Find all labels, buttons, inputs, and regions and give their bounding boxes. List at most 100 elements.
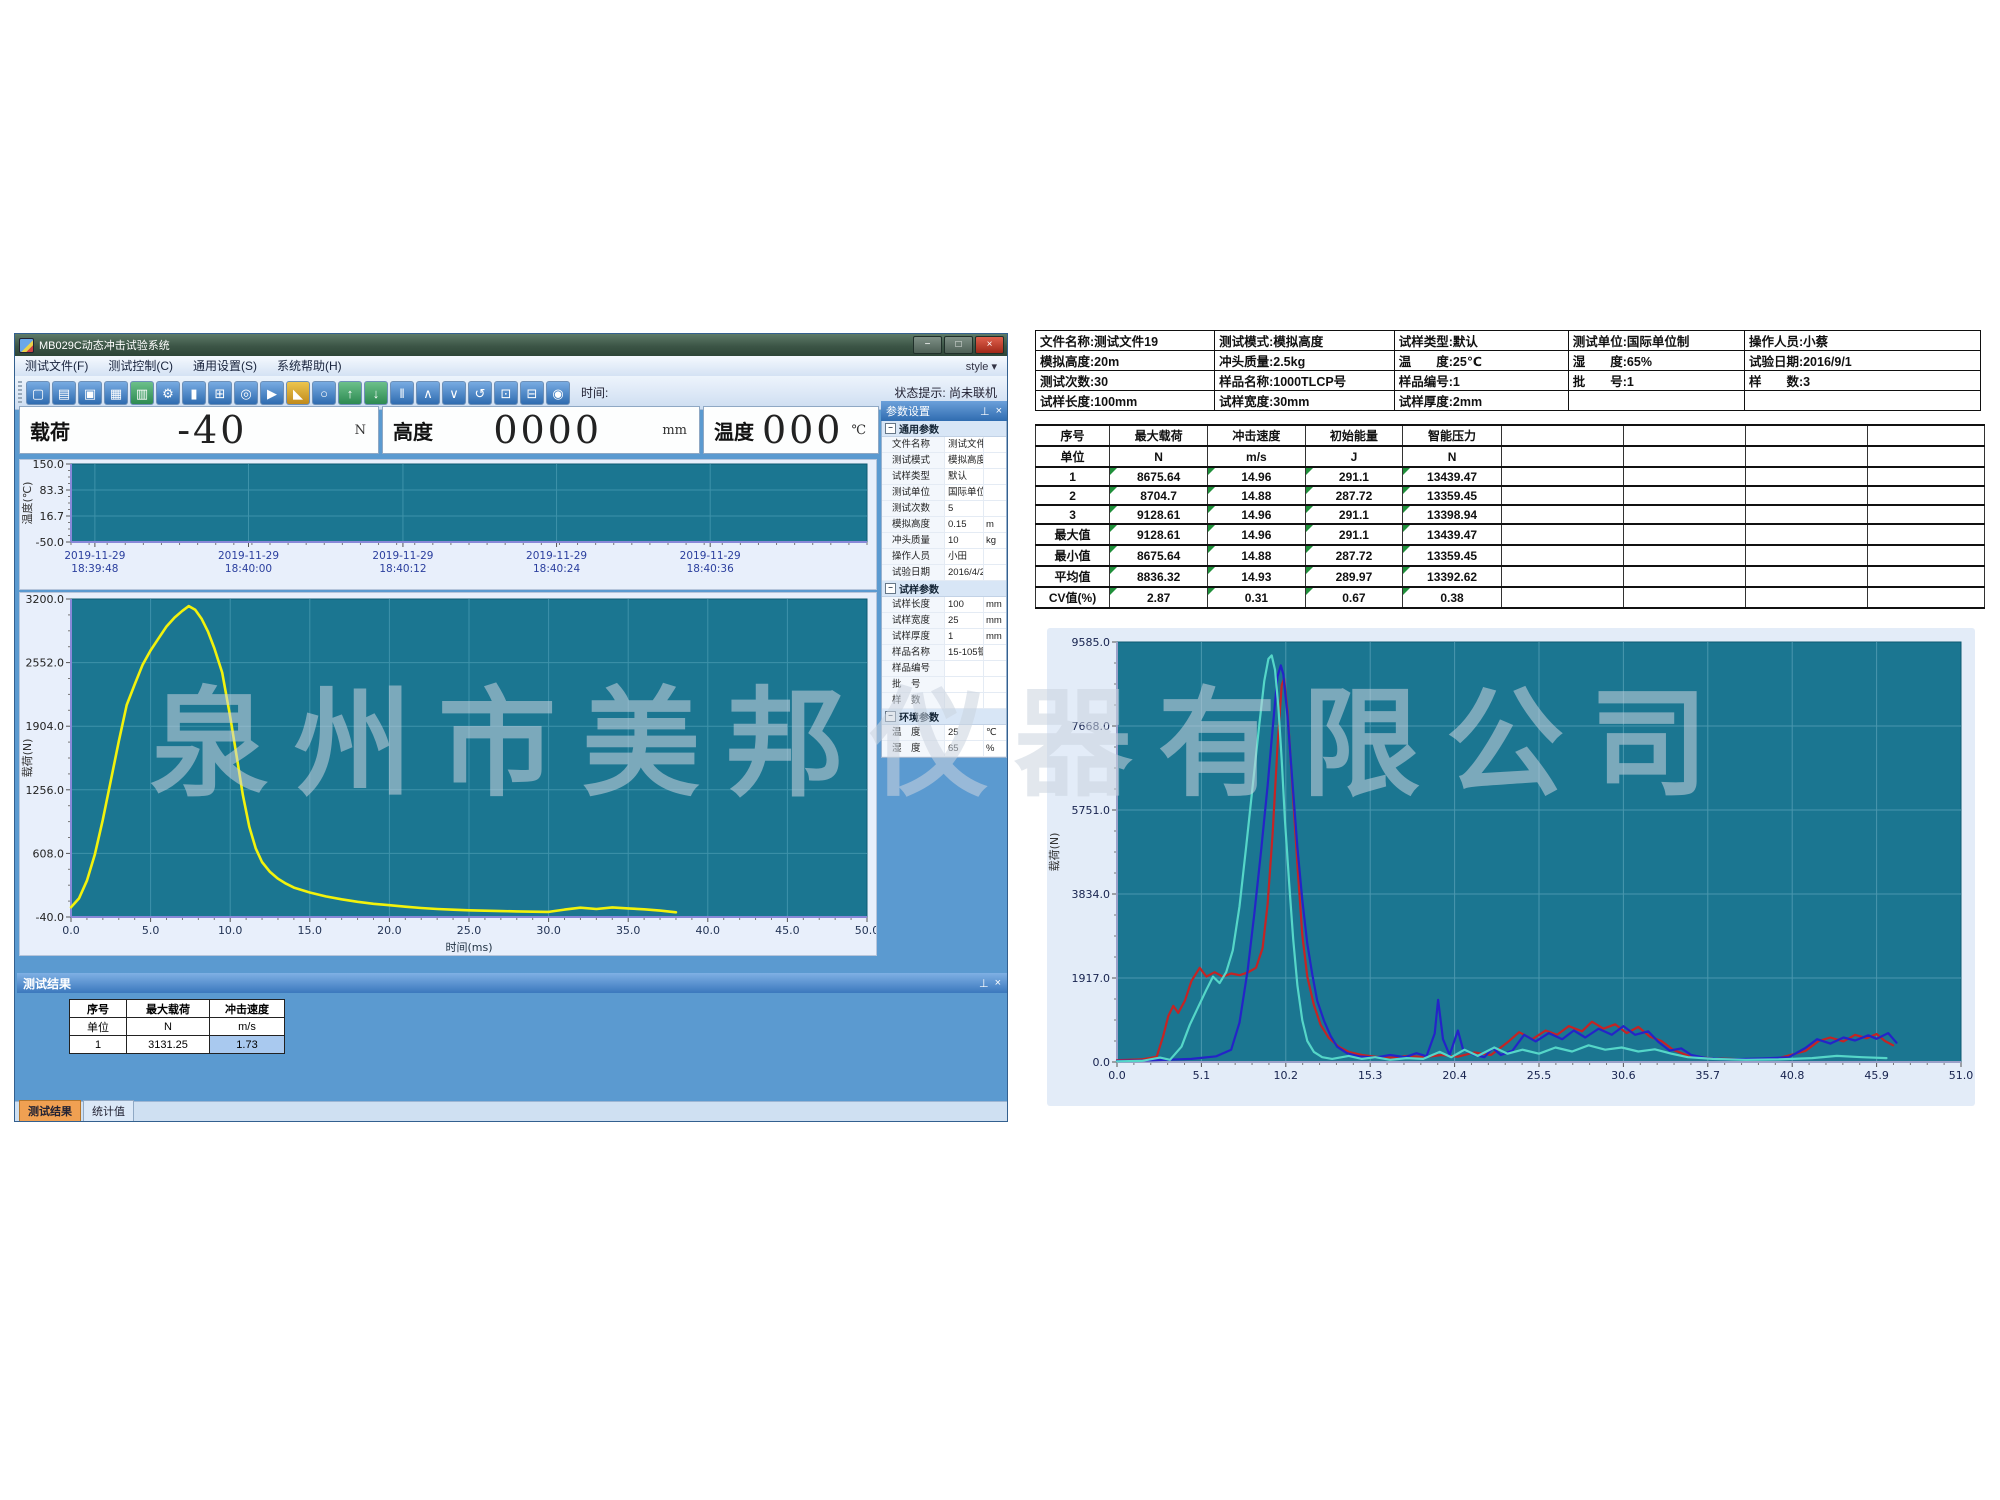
report-info-table: 文件名称:测试文件19测试模式:模拟高度试样类型:默认测试单位:国际单位制操作人… — [1035, 330, 1981, 411]
drop-hammer-icon[interactable]: ↓ — [364, 381, 388, 405]
sidebar-group-header[interactable]: −环境参数 — [882, 709, 1006, 725]
gear-icon[interactable]: ⚙ — [156, 381, 180, 405]
sidebar-group-header[interactable]: −通用参数 — [882, 421, 1006, 437]
temperature-history-chart: 150.083.316.7-50.02019-11-2918:39:482019… — [19, 459, 877, 590]
lock-icon[interactable]: ⊡ — [494, 381, 518, 405]
monitor-settings-icon[interactable]: ▥ — [130, 381, 154, 405]
collapse-icon[interactable]: − — [885, 583, 896, 594]
svg-text:-50.0: -50.0 — [36, 536, 64, 549]
parameter-sidebar: 参数设置 ⊥ × −通用参数文件名称测试文件1测试模式模拟高度试样类型默认测试单… — [881, 401, 1007, 966]
results-panel-header[interactable]: 测试结果 ⊥ × — [17, 973, 1007, 993]
export-icon[interactable]: ▦ — [104, 381, 128, 405]
grid-view-icon[interactable]: ⊞ — [208, 381, 232, 405]
pause-icon[interactable]: ‖ — [390, 381, 414, 405]
sidebar-header[interactable]: 参数设置 ⊥ × — [881, 401, 1007, 421]
svg-text:1917.0: 1917.0 — [1072, 972, 1111, 985]
svg-text:温度(℃): 温度(℃) — [20, 482, 34, 525]
info-cell: 样 数:3 — [1744, 371, 1980, 391]
close-button[interactable]: × — [975, 336, 1004, 354]
collapse-icon[interactable]: − — [885, 423, 896, 434]
prop-row[interactable]: 湿 度65% — [882, 741, 1006, 757]
style-dropdown[interactable]: style ▾ — [966, 360, 1007, 373]
prop-row[interactable]: 试样厚度1mm — [882, 629, 1006, 645]
prop-row[interactable]: 测试模式模拟高度 — [882, 453, 1006, 469]
sidebar-pin-icon[interactable]: ⊥ — [980, 405, 990, 418]
sidebar-group-header[interactable]: −试样参数 — [882, 581, 1006, 597]
results-close-icon[interactable]: × — [995, 977, 1001, 990]
prop-row[interactable]: 文件名称测试文件1 — [882, 437, 1006, 453]
height-readout: 高度 0000 mm — [382, 406, 700, 454]
jog-up-icon[interactable]: ∧ — [416, 381, 440, 405]
raise-hammer-icon[interactable]: ↑ — [338, 381, 362, 405]
results-pin-icon[interactable]: ⊥ — [979, 977, 989, 990]
svg-text:7668.0: 7668.0 — [1072, 720, 1111, 733]
info-cell: 批 号:1 — [1568, 371, 1744, 391]
menu-item-1[interactable]: 测试控制(C) — [98, 359, 183, 373]
prop-row[interactable]: 模拟高度0.15m — [882, 517, 1006, 533]
prop-row[interactable]: 试样长度100mm — [882, 597, 1006, 613]
prop-row[interactable]: 测试次数5 — [882, 501, 1006, 517]
sidebar-title: 参数设置 — [886, 403, 930, 419]
prop-row[interactable]: 样品名称15-105钢丝带 — [882, 645, 1006, 661]
maximize-button[interactable]: □ — [944, 336, 973, 354]
power-icon[interactable]: ◉ — [546, 381, 570, 405]
prop-row[interactable]: 测试单位国际单位制 — [882, 485, 1006, 501]
toolbar: ▢▤▣▦▥⚙▮⊞◎▶◣○↑↓‖∧∨↺⊡⊟◉ 时间: 状态提示: 尚未联机 — [15, 376, 1007, 410]
svg-text:608.0: 608.0 — [33, 847, 65, 860]
info-cell: 测试单位:国际单位制 — [1568, 331, 1744, 351]
svg-text:0.0: 0.0 — [1093, 1056, 1111, 1069]
svg-text:2019-11-2918:40:00: 2019-11-2918:40:00 — [218, 550, 279, 575]
undo-icon[interactable]: ↺ — [468, 381, 492, 405]
prop-row[interactable]: 试样类型默认 — [882, 469, 1006, 485]
prop-row[interactable]: 批 号 — [882, 677, 1006, 693]
info-cell: 样品编号:1 — [1394, 371, 1568, 391]
menu-item-0[interactable]: 测试文件(F) — [15, 359, 98, 373]
prop-row[interactable]: 试样宽度25mm — [882, 613, 1006, 629]
svg-text:15.3: 15.3 — [1358, 1069, 1383, 1082]
report-data-table: 序号最大载荷冲击速度初始能量智能压力单位Nm/sJN18675.6414.962… — [1035, 424, 1985, 609]
results-table: 序号最大载荷冲击速度单位Nm/s13131.251.73 — [69, 999, 285, 1054]
device-battery-icon[interactable]: ▮ — [182, 381, 206, 405]
svg-text:5.0: 5.0 — [142, 924, 160, 937]
clean-brush-icon[interactable]: ◣ — [286, 381, 310, 405]
svg-text:45.0: 45.0 — [775, 924, 800, 937]
prop-row[interactable]: 冲头质量10kg — [882, 533, 1006, 549]
time-label: 时间: — [581, 384, 608, 401]
svg-text:3834.0: 3834.0 — [1072, 888, 1111, 901]
start-test-icon[interactable]: ▶ — [260, 381, 284, 405]
prop-row[interactable]: 操作人员小田 — [882, 549, 1006, 565]
tab-测试结果[interactable]: 测试结果 — [19, 1100, 81, 1121]
menu-item-2[interactable]: 通用设置(S) — [183, 359, 267, 373]
reset-circle-icon[interactable]: ○ — [312, 381, 336, 405]
tab-统计值[interactable]: 统计值 — [83, 1100, 134, 1121]
connect-icon[interactable]: ◎ — [234, 381, 258, 405]
minimize-button[interactable]: − — [913, 336, 942, 354]
svg-text:35.0: 35.0 — [616, 924, 641, 937]
svg-text:51.0: 51.0 — [1949, 1069, 1974, 1082]
svg-text:10.0: 10.0 — [218, 924, 243, 937]
open-file-icon[interactable]: ▤ — [52, 381, 76, 405]
info-cell: 温 度:25℃ — [1394, 351, 1568, 371]
load-readout: 载荷 -40 N — [19, 406, 379, 454]
readout-strip: 载荷 -40 N 高度 0000 mm 温度 000 ℃ — [19, 406, 879, 456]
title-bar[interactable]: MB029C动态冲击试验系统 − □ × — [15, 334, 1007, 356]
svg-text:9585.0: 9585.0 — [1072, 636, 1111, 649]
collapse-icon[interactable]: − — [885, 711, 896, 722]
new-file-icon[interactable]: ▢ — [26, 381, 50, 405]
svg-text:2019-11-2918:40:24: 2019-11-2918:40:24 — [526, 550, 587, 575]
panel-layout-icon[interactable]: ⊟ — [520, 381, 544, 405]
sidebar-close-icon[interactable]: × — [996, 405, 1002, 418]
prop-row[interactable]: 试验日期2016/4/20 — [882, 565, 1006, 581]
svg-text:2552.0: 2552.0 — [26, 657, 65, 670]
menu-item-3[interactable]: 系统帮助(H) — [267, 359, 352, 373]
save-icon[interactable]: ▣ — [78, 381, 102, 405]
jog-down-icon[interactable]: ∨ — [442, 381, 466, 405]
prop-row[interactable]: 样品编号 — [882, 661, 1006, 677]
prop-row[interactable]: 样 数 — [882, 693, 1006, 709]
prop-row[interactable]: 温 度25℃ — [882, 725, 1006, 741]
svg-text:载荷(N): 载荷(N) — [21, 739, 34, 778]
height-readout-label: 高度 — [393, 416, 433, 445]
svg-text:1904.0: 1904.0 — [26, 720, 65, 733]
svg-text:16.7: 16.7 — [40, 510, 65, 523]
svg-text:5.1: 5.1 — [1193, 1069, 1211, 1082]
